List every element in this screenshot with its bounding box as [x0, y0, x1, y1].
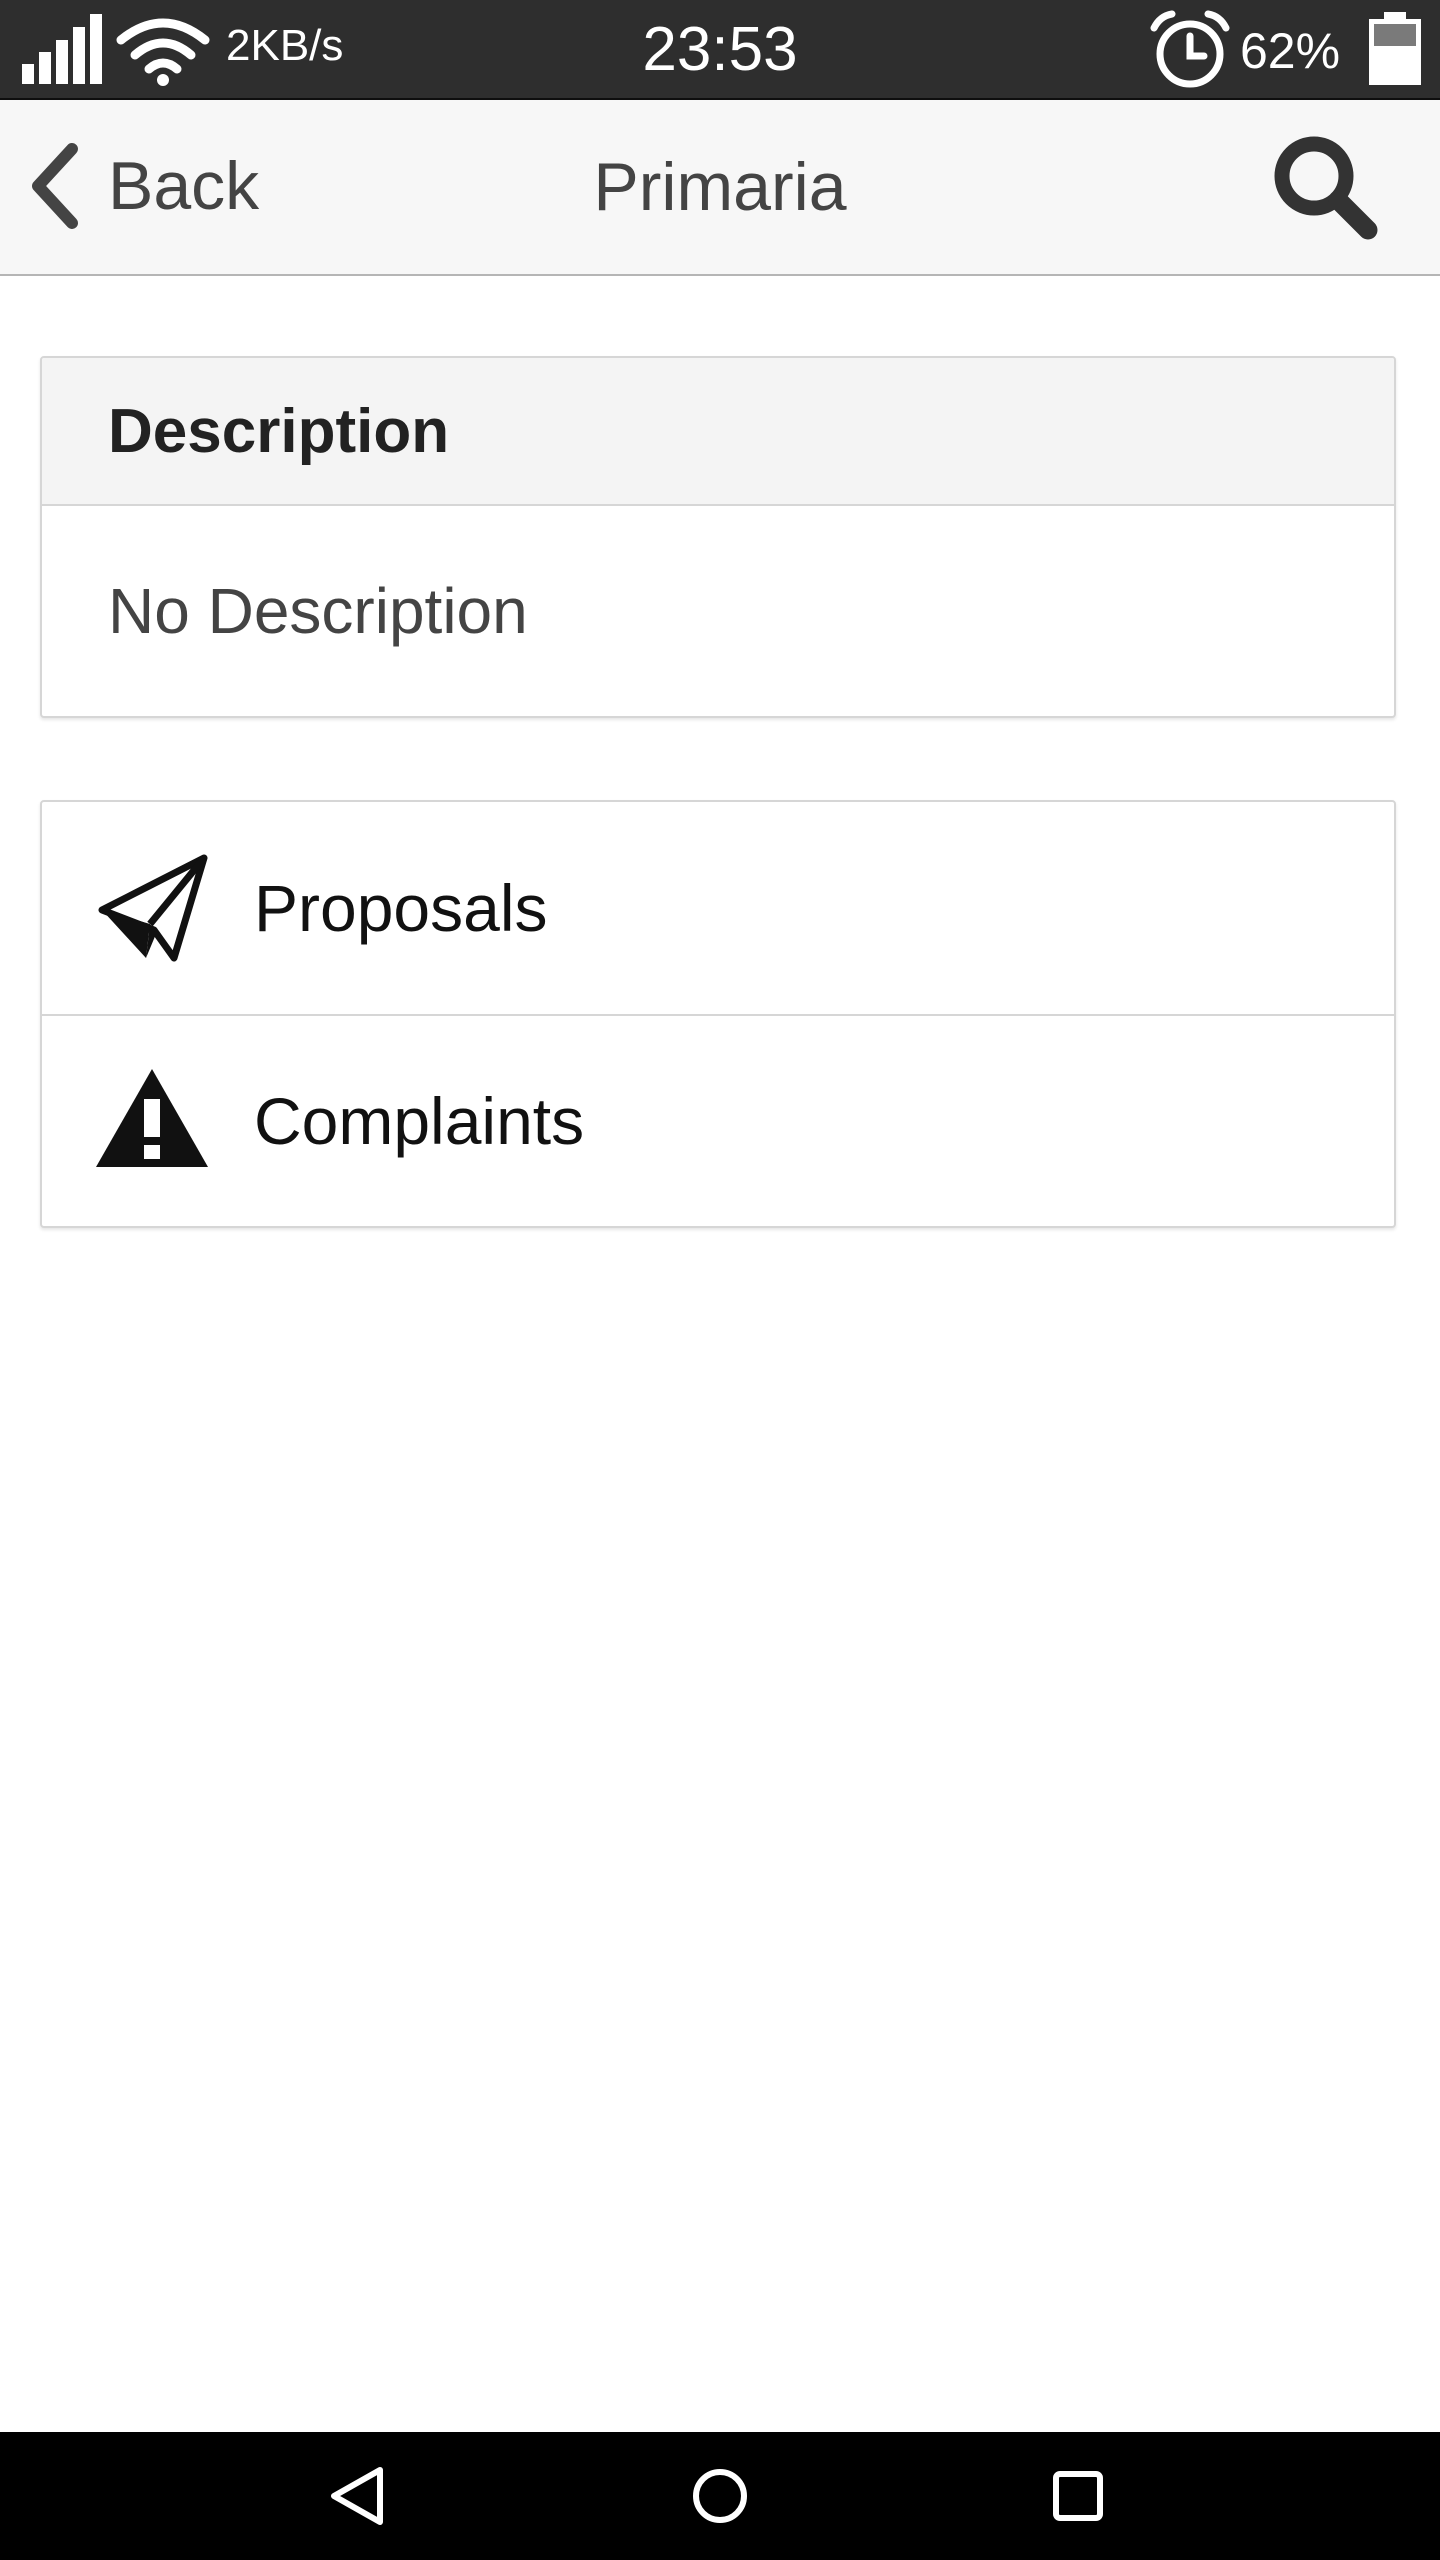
app-header: Back Primaria [0, 100, 1440, 276]
system-navigation-bar [0, 2432, 1440, 2560]
warning-icon [96, 1069, 208, 1167]
paper-plane-icon [98, 854, 208, 962]
status-bar: 2KB/s 23:53 62% [0, 0, 1440, 100]
battery-percent: 62% [1240, 23, 1341, 79]
nav-recents-icon [1053, 2471, 1103, 2521]
description-card: Description No Description [40, 356, 1396, 718]
nav-home-button[interactable] [680, 2456, 760, 2536]
list-item-label: Complaints [254, 1084, 585, 1158]
page-title: Primaria [593, 149, 847, 225]
nav-recents-button[interactable] [1038, 2456, 1118, 2536]
search-icon [1274, 136, 1378, 240]
description-heading: Description [42, 358, 1394, 506]
list-item-label: Proposals [254, 871, 548, 945]
menu-list: Proposals Complaints [40, 800, 1396, 1228]
battery-icon [1369, 12, 1421, 85]
nav-back-button[interactable] [318, 2456, 398, 2536]
list-item-proposals[interactable]: Proposals [42, 802, 1394, 1014]
description-text: No Description [108, 575, 528, 647]
alarm-clock-icon [1150, 10, 1230, 88]
nav-home-icon [693, 2469, 747, 2523]
search-button[interactable] [1270, 132, 1382, 244]
nav-back-icon [331, 2467, 383, 2525]
list-item-complaints[interactable]: Complaints [42, 1014, 1394, 1226]
